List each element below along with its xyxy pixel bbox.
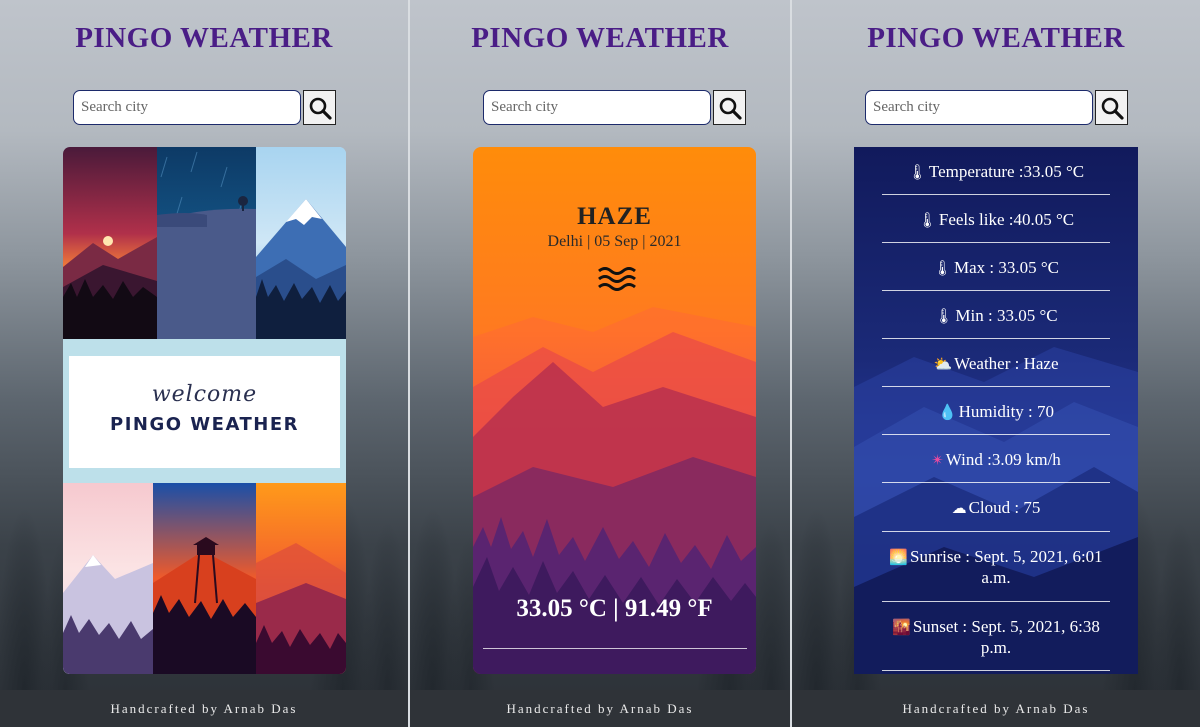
- detail-row-sunset: 🌇 Sunset : Sept. 5, 2021, 6:38 p.m.: [882, 617, 1110, 671]
- pink-mountain-image: [63, 483, 153, 674]
- thermometer-icon: 🌡: [917, 213, 937, 229]
- footer-credit: Handcrafted by Arnab Das: [410, 690, 790, 727]
- detail-text: Wind :3.09 km/h: [945, 450, 1061, 469]
- app-title: PINGO WEATHER: [471, 22, 729, 54]
- detail-row-sunrise: 🌅 Sunrise : Sept. 5, 2021, 6:01 a.m.: [882, 547, 1110, 602]
- haze-icon: [598, 267, 636, 291]
- welcome-brand: PINGO WEATHER: [110, 414, 299, 435]
- search-icon: [309, 97, 332, 120]
- detail-text: Sunset : Sept. 5, 2021, 6:38 p.m.: [912, 617, 1100, 657]
- welcome-screen: PINGO WEATHER Search city welcome PINGO …: [0, 0, 408, 727]
- welcome-collage: welcome PINGO WEATHER: [63, 147, 346, 674]
- detail-row-humidity: 💧 Humidity : 70: [882, 402, 1110, 435]
- app-title: PINGO WEATHER: [75, 22, 333, 54]
- hot-thermometer-icon: 🌡: [932, 261, 952, 277]
- search-bar: [865, 90, 1128, 125]
- detail-text: Temperature :33.05 °C: [928, 162, 1085, 181]
- temperature-readout: 33.05 °C | 91.49 °F: [516, 595, 713, 622]
- sunset-mountains-image: [63, 147, 157, 339]
- detail-row-temperature: 🌡 Temperature :33.05 °C: [882, 162, 1110, 195]
- search-icon: [719, 97, 742, 120]
- detail-row-wind: ✴ Wind :3.09 km/h: [882, 450, 1110, 483]
- detail-row-feels-like: 🌡 Feels like :40.05 °C: [882, 210, 1110, 243]
- sunset-icon: 🌇: [892, 620, 911, 636]
- location-date: Delhi | 05 Sep | 2021: [547, 233, 682, 250]
- weather-summary-screen: PINGO WEATHER HAZE Delhi | 05 Sep | 2021: [410, 0, 790, 727]
- cold-thermometer-icon: 🌡: [934, 309, 954, 325]
- weather-condition: HAZE: [577, 203, 652, 230]
- search-input[interactable]: [73, 90, 301, 125]
- detail-text: Sunrise : Sept. 5, 2021, 6:01 a.m.: [910, 547, 1103, 587]
- snowy-peak-image: [256, 147, 346, 339]
- droplet-icon: 💧: [937, 405, 957, 421]
- search-input[interactable]: [865, 90, 1093, 125]
- orange-hills-image: [256, 483, 346, 674]
- search-button[interactable]: [1095, 90, 1128, 125]
- search-button[interactable]: [303, 90, 336, 125]
- search-bar: [73, 90, 336, 125]
- app-title: PINGO WEATHER: [867, 22, 1125, 54]
- detail-text: Cloud : 75: [968, 498, 1041, 517]
- weather-card: HAZE Delhi | 05 Sep | 2021 33.05 °C | 91…: [473, 147, 756, 674]
- detail-text: Weather : Haze: [954, 354, 1059, 373]
- weather-details-card: 🌡 Temperature :33.05 °C 🌡 Feels like :40.0…: [854, 147, 1138, 674]
- rainy-hill-image: [157, 147, 256, 339]
- detail-text: Min : 33.05 °C: [955, 306, 1058, 325]
- thermometer-icon: 🌡: [907, 165, 927, 181]
- search-icon: [1101, 97, 1124, 120]
- detail-row-cloud: ☁ Cloud : 75: [882, 498, 1110, 532]
- detail-text: Max : 33.05 °C: [954, 258, 1060, 277]
- detail-row-weather: ⛅ Weather : Haze: [882, 354, 1110, 387]
- fire-tower-image: [153, 483, 256, 674]
- card-divider: [483, 648, 747, 649]
- search-input[interactable]: [483, 90, 711, 125]
- welcome-script: welcome: [151, 382, 258, 407]
- weather-details-screen: PINGO WEATHER 🌡Temperature :33.05 °C 🌡Fe…: [792, 0, 1200, 727]
- search-button[interactable]: [713, 90, 746, 125]
- footer-credit: Handcrafted by Arnab Das: [792, 690, 1200, 727]
- detail-text: Humidity : 70: [958, 402, 1055, 421]
- welcome-banner: welcome PINGO WEATHER: [69, 356, 340, 468]
- detail-row-min: 🌡 Min : 33.05 °C: [882, 306, 1110, 339]
- sun-behind-cloud-icon: ⛅: [933, 357, 953, 373]
- footer-credit: Handcrafted by Arnab Das: [0, 690, 408, 727]
- search-bar: [483, 90, 746, 125]
- cloud-icon: ☁: [951, 501, 967, 517]
- sunrise-icon: 🌅: [889, 550, 908, 566]
- pinwheel-icon: ✴: [931, 453, 944, 469]
- detail-text: Feels like :40.05 °C: [938, 210, 1075, 229]
- detail-row-max: 🌡 Max : 33.05 °C: [882, 258, 1110, 291]
